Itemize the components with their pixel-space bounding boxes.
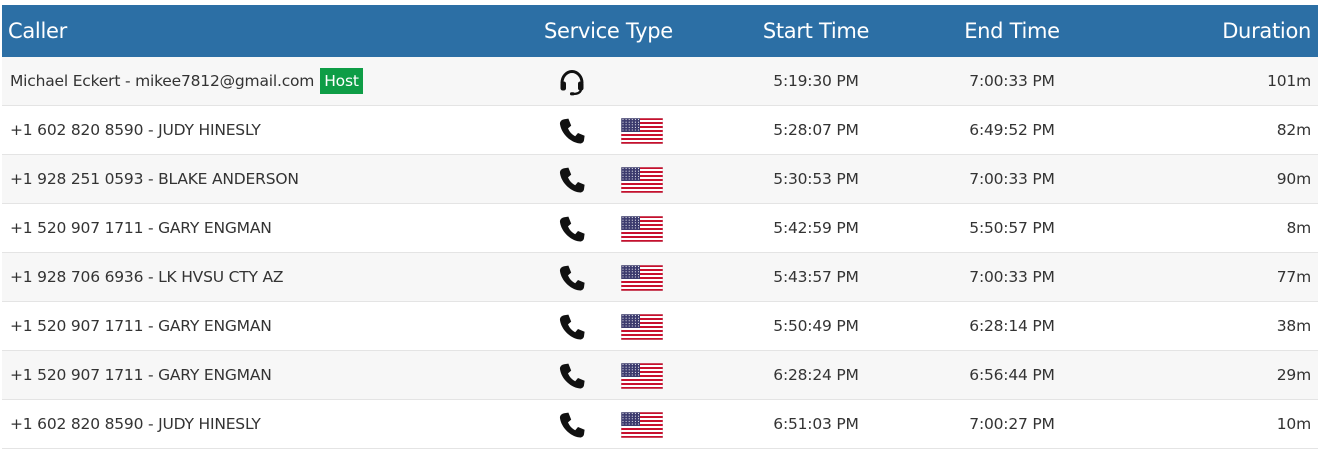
- service-type-cell: [535, 301, 712, 351]
- table-row[interactable]: +1 520 907 1711 - GARY ENGMAN 6:28:24 PM 6…: [2, 350, 1318, 400]
- caller-name: Michael Eckert - mikee7812@gmail.com: [10, 72, 315, 90]
- us-flag-icon: [620, 411, 664, 440]
- column-header-end-time[interactable]: End Time: [920, 5, 1104, 57]
- start-time-cell: 5:50:49 PM: [712, 301, 920, 351]
- duration-cell: 38m: [1104, 301, 1318, 351]
- caller-cell: Michael Eckert - mikee7812@gmail.com Host: [2, 57, 535, 106]
- start-time-cell: 5:19:30 PM: [712, 57, 920, 106]
- caller-cell: +1 520 907 1711 - GARY ENGMAN: [2, 301, 535, 351]
- service-type-cell: [535, 154, 712, 204]
- table-row[interactable]: +1 520 907 1711 - GARY ENGMAN 5:50:49 PM 6…: [2, 301, 1318, 351]
- end-time-cell: 7:00:33 PM: [920, 252, 1104, 302]
- table-row[interactable]: +1 928 251 0593 - BLAKE ANDERSON 5:30:53 …: [2, 154, 1318, 204]
- caller-cell: +1 520 907 1711 - GARY ENGMAN: [2, 203, 535, 253]
- phone-icon: [558, 313, 586, 341]
- phone-icon: [558, 362, 586, 390]
- start-time-cell: 5:30:53 PM: [712, 154, 920, 204]
- duration-cell: 29m: [1104, 350, 1318, 400]
- caller-cell: +1 928 251 0593 - BLAKE ANDERSON: [2, 154, 535, 204]
- caller-cell: +1 928 706 6936 - LK HVSU CTY AZ: [2, 252, 535, 302]
- table-header-row: Caller Service Type Start Time End Time …: [2, 5, 1318, 57]
- phone-icon: [558, 215, 586, 243]
- end-time-cell: 7:00:33 PM: [920, 154, 1104, 204]
- end-time-cell: 5:50:57 PM: [920, 203, 1104, 253]
- duration-cell: 10m: [1104, 399, 1318, 449]
- duration-cell: 90m: [1104, 154, 1318, 204]
- column-header-caller[interactable]: Caller: [2, 5, 535, 57]
- end-time-cell: 7:00:27 PM: [920, 399, 1104, 449]
- table-row[interactable]: Michael Eckert - mikee7812@gmail.com Host…: [2, 57, 1318, 106]
- duration-cell: 8m: [1104, 203, 1318, 253]
- column-header-service-type[interactable]: Service Type: [535, 5, 712, 57]
- phone-icon: [558, 264, 586, 292]
- service-type-cell: [535, 399, 712, 449]
- us-flag-icon: [620, 117, 664, 146]
- caller-name: +1 520 907 1711 - GARY ENGMAN: [10, 219, 272, 237]
- caller-name: +1 520 907 1711 - GARY ENGMAN: [10, 366, 272, 384]
- service-type-cell: [535, 252, 712, 302]
- duration-cell: 82m: [1104, 105, 1318, 155]
- table-body: Michael Eckert - mikee7812@gmail.com Host…: [2, 57, 1318, 449]
- start-time-cell: 5:42:59 PM: [712, 203, 920, 253]
- end-time-cell: 7:00:33 PM: [920, 57, 1104, 106]
- table-row[interactable]: +1 928 706 6936 - LK HVSU CTY AZ 5:43:57 …: [2, 252, 1318, 302]
- caller-cell: +1 602 820 8590 - JUDY HINESLY: [2, 105, 535, 155]
- start-time-cell: 6:28:24 PM: [712, 350, 920, 400]
- participants-table: Caller Service Type Start Time End Time …: [2, 5, 1318, 449]
- table-row[interactable]: +1 520 907 1711 - GARY ENGMAN 5:42:59 PM 5…: [2, 203, 1318, 253]
- caller-name: +1 928 706 6936 - LK HVSU CTY AZ: [10, 268, 284, 286]
- caller-name: +1 520 907 1711 - GARY ENGMAN: [10, 317, 272, 335]
- phone-icon: [558, 411, 586, 439]
- headset-icon: [558, 68, 586, 96]
- start-time-cell: 5:43:57 PM: [712, 252, 920, 302]
- phone-icon: [558, 166, 586, 194]
- start-time-cell: 5:28:07 PM: [712, 105, 920, 155]
- table-row[interactable]: +1 602 820 8590 - JUDY HINESLY 5:28:07 PM…: [2, 105, 1318, 155]
- duration-cell: 77m: [1104, 252, 1318, 302]
- table-row[interactable]: +1 602 820 8590 - JUDY HINESLY 6:51:03 PM…: [2, 399, 1318, 449]
- us-flag-icon: [620, 166, 664, 195]
- caller-name: +1 602 820 8590 - JUDY HINESLY: [10, 415, 261, 433]
- column-header-duration[interactable]: Duration: [1104, 5, 1318, 57]
- host-badge: Host: [320, 68, 363, 94]
- us-flag-icon: [620, 362, 664, 391]
- service-type-cell: [535, 203, 712, 253]
- us-flag-icon: [620, 215, 664, 244]
- caller-name: +1 928 251 0593 - BLAKE ANDERSON: [10, 170, 299, 188]
- column-header-start-time[interactable]: Start Time: [712, 5, 920, 57]
- caller-cell: +1 602 820 8590 - JUDY HINESLY: [2, 399, 535, 449]
- phone-icon: [558, 117, 586, 145]
- us-flag-icon: [620, 264, 664, 293]
- service-type-cell: [535, 350, 712, 400]
- end-time-cell: 6:28:14 PM: [920, 301, 1104, 351]
- service-type-cell: [535, 57, 712, 106]
- duration-cell: 101m: [1104, 57, 1318, 106]
- us-flag-icon: [620, 313, 664, 342]
- end-time-cell: 6:49:52 PM: [920, 105, 1104, 155]
- caller-cell: +1 520 907 1711 - GARY ENGMAN: [2, 350, 535, 400]
- caller-name: +1 602 820 8590 - JUDY HINESLY: [10, 121, 261, 139]
- service-type-cell: [535, 105, 712, 155]
- end-time-cell: 6:56:44 PM: [920, 350, 1104, 400]
- start-time-cell: 6:51:03 PM: [712, 399, 920, 449]
